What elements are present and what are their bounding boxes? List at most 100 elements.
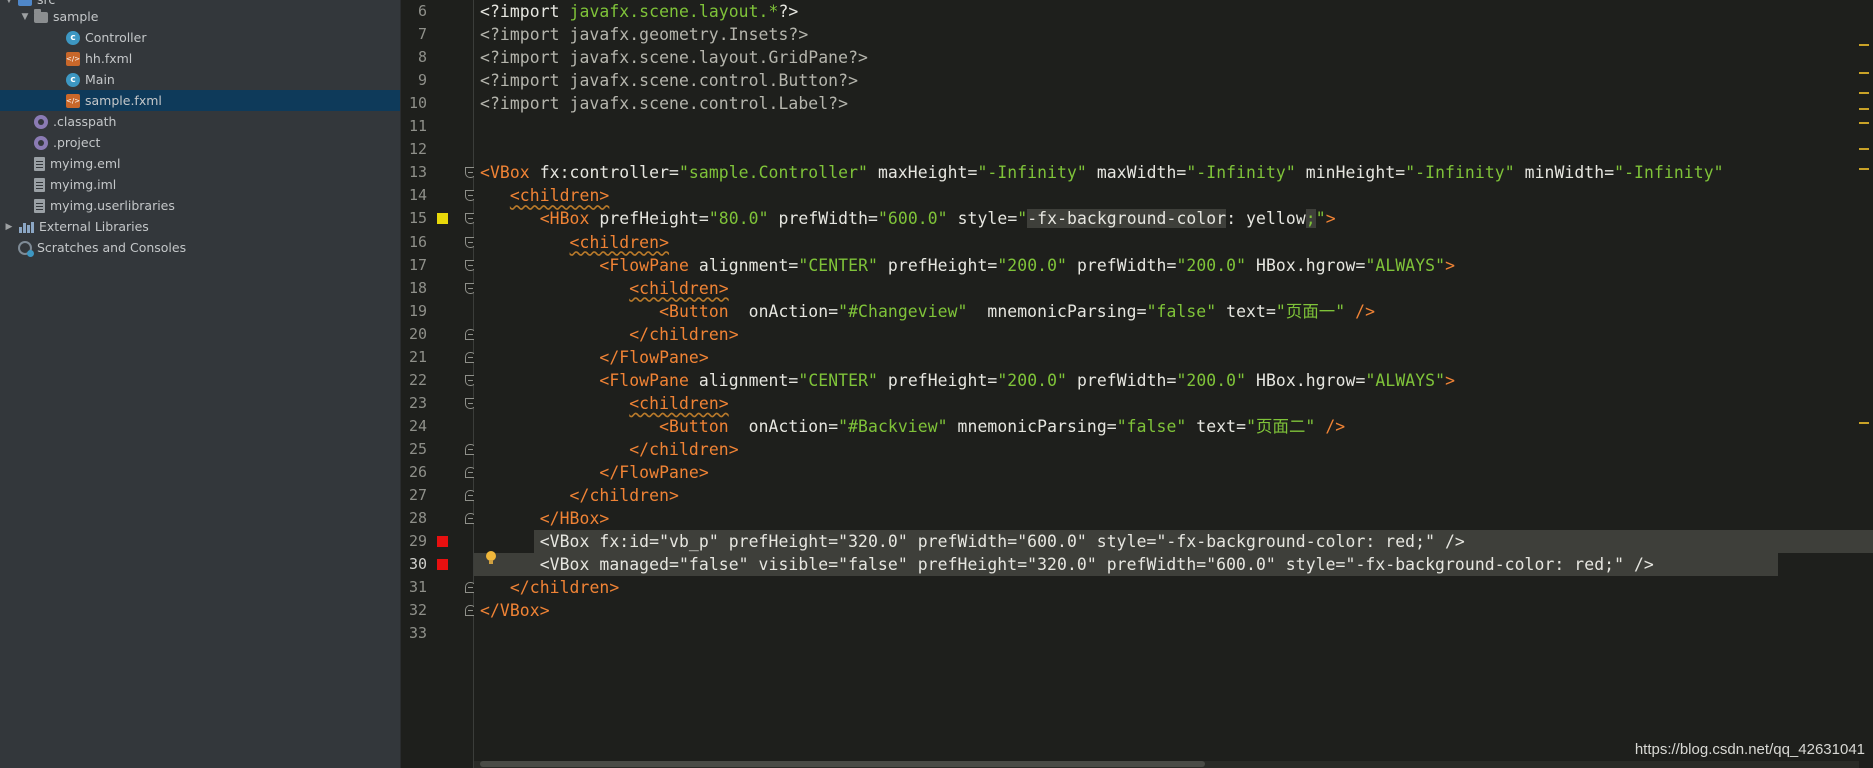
line-number[interactable]: 8	[401, 46, 427, 69]
code-line[interactable]: <VBox managed="false" visible="false" pr…	[480, 553, 1654, 576]
code-line[interactable]: <Button onAction="#Changeview" mnemonicP…	[480, 300, 1375, 323]
warning-marker-icon[interactable]	[437, 213, 448, 225]
tree-item-external-libraries[interactable]: ▶ External Libraries	[0, 216, 400, 237]
horizontal-scrollbar-thumb[interactable]	[480, 761, 1205, 767]
line-number[interactable]: 33	[401, 622, 427, 645]
code-line[interactable]: </children>	[480, 323, 739, 346]
tree-item-sample[interactable]: ▼ sample	[0, 6, 400, 27]
code-token: "200.0"	[997, 255, 1067, 275]
collapse-arrow-icon[interactable]: ▶	[4, 222, 14, 232]
code-token: </children>	[569, 486, 679, 506]
line-number[interactable]: 27	[401, 484, 427, 507]
code-line[interactable]: <FlowPane alignment="CENTER" prefHeight=…	[480, 254, 1455, 277]
error-marker-icon[interactable]	[437, 536, 448, 548]
line-number[interactable]: 7	[401, 23, 427, 46]
code-token: javafx.scene.layout.*	[569, 2, 779, 21]
line-number[interactable]: 13	[401, 161, 427, 184]
code-line[interactable]: </FlowPane>	[480, 461, 709, 484]
code-token: <FlowPane	[599, 255, 689, 275]
error-stripe-mark[interactable]	[1859, 108, 1869, 110]
tree-item-myimg-userlibraries[interactable]: myimg.userlibraries	[0, 195, 400, 216]
code-token: onAction=	[728, 301, 839, 321]
tree-item-project[interactable]: .project	[0, 132, 400, 153]
settings-file-icon	[34, 114, 48, 129]
code-line[interactable]: <children>	[480, 277, 729, 300]
line-number[interactable]: 12	[401, 138, 427, 161]
line-number[interactable]: 24	[401, 415, 427, 438]
expand-arrow-icon[interactable]: ▼	[20, 12, 30, 22]
code-token: mnemonicParsing=	[947, 416, 1117, 436]
line-number[interactable]: 21	[401, 346, 427, 369]
tree-item-myimg-eml[interactable]: myimg.eml	[0, 153, 400, 174]
line-number[interactable]: 25	[401, 438, 427, 461]
code-line[interactable]: <children>	[480, 392, 729, 415]
code-line[interactable]: <?import javafx.scene.control.Button?>	[480, 69, 858, 92]
line-number[interactable]: 31	[401, 576, 427, 599]
code-token: minWidth=	[1514, 163, 1615, 183]
code-line[interactable]: <?import javafx.scene.layout.GridPane?>	[480, 46, 868, 69]
error-stripe-mark[interactable]	[1859, 72, 1869, 74]
code-token: "200.0"	[1176, 370, 1247, 390]
source-folder-icon	[18, 0, 32, 6]
code-line[interactable]: </FlowPane>	[480, 346, 709, 369]
error-stripe-mark[interactable]	[1859, 92, 1869, 94]
code-token: alignment=	[688, 255, 799, 275]
line-number[interactable]: 16	[401, 231, 427, 254]
tree-item-myimg-iml[interactable]: myimg.iml	[0, 174, 400, 195]
code-line[interactable]: <children>	[480, 184, 609, 207]
line-number[interactable]: 18	[401, 277, 427, 300]
code-token: </VBox>	[480, 601, 550, 621]
code-line[interactable]: <VBox fx:controller="sample.Controller" …	[480, 161, 1724, 184]
lightbulb-icon[interactable]	[486, 551, 496, 564]
tree-item-controller[interactable]: c Controller	[0, 27, 400, 48]
line-number[interactable]: 9	[401, 69, 427, 92]
line-number[interactable]: 20	[401, 323, 427, 346]
code-editor[interactable]: <?import javafx.scene.layout.*?> <?import…	[474, 0, 1873, 768]
code-line[interactable]: <Button onAction="#Backview" mnemonicPar…	[480, 415, 1345, 438]
code-line[interactable]: <?import javafx.scene.control.Label?>	[480, 92, 848, 115]
code-token: "sample.Controller"	[678, 163, 868, 183]
line-number[interactable]: 10	[401, 92, 427, 115]
line-number[interactable]: 6	[401, 0, 427, 23]
error-stripe-mark[interactable]	[1859, 422, 1869, 424]
line-number[interactable]: 32	[401, 599, 427, 622]
tree-item-label: Scratches and Consoles	[37, 240, 187, 255]
code-token: </FlowPane>	[599, 347, 709, 367]
error-marker-icon[interactable]	[437, 559, 448, 571]
code-line[interactable]: <?import javafx.geometry.Insets?>	[480, 23, 808, 46]
tree-item-sample-fxml[interactable]: </> sample.fxml	[0, 90, 400, 111]
code-token: fx:controller=	[529, 163, 679, 183]
indent-guide	[480, 348, 599, 367]
code-line[interactable]: </HBox>	[480, 507, 610, 530]
error-stripe-mark[interactable]	[1859, 122, 1869, 124]
error-stripe-mark[interactable]	[1859, 44, 1869, 46]
code-line[interactable]: <?import javafx.scene.layout.*?>	[480, 0, 798, 23]
line-number[interactable]: 26	[401, 461, 427, 484]
line-number[interactable]: 15	[401, 207, 427, 230]
tree-item-scratches-and-consoles[interactable]: Scratches and Consoles	[0, 237, 400, 258]
code-line[interactable]: </children>	[480, 438, 739, 461]
code-line[interactable]: <HBox prefHeight="80.0" prefWidth="600.0…	[480, 207, 1336, 230]
line-number[interactable]: 22	[401, 369, 427, 392]
line-number[interactable]: 28	[401, 507, 427, 530]
code-token: "	[1315, 209, 1326, 229]
tree-item-classpath[interactable]: .classpath	[0, 111, 400, 132]
code-line[interactable]: <FlowPane alignment="CENTER" prefHeight=…	[480, 369, 1455, 392]
line-number[interactable]: 14	[401, 184, 427, 207]
line-number[interactable]: 17	[401, 254, 427, 277]
code-line[interactable]: <VBox fx:id="vb_p" prefHeight="320.0" pr…	[480, 530, 1465, 553]
line-number[interactable]: 23	[401, 392, 427, 415]
code-line[interactable]: </children>	[480, 576, 619, 599]
error-stripe-mark[interactable]	[1859, 148, 1869, 150]
line-number[interactable]: 19	[401, 300, 427, 323]
code-line[interactable]: </children>	[480, 484, 679, 507]
line-number[interactable]: 29	[401, 530, 427, 553]
code-line[interactable]: <children>	[480, 231, 669, 254]
tree-item-main[interactable]: c Main	[0, 69, 400, 90]
tree-item-hh-fxml[interactable]: </> hh.fxml	[0, 48, 400, 69]
error-stripe-mark[interactable]	[1859, 168, 1869, 170]
line-number[interactable]: 11	[401, 115, 427, 138]
line-number[interactable]: 30	[401, 553, 427, 576]
expand-arrow-icon[interactable]: ▼	[4, 0, 14, 5]
code-line[interactable]: </VBox>	[480, 599, 550, 622]
